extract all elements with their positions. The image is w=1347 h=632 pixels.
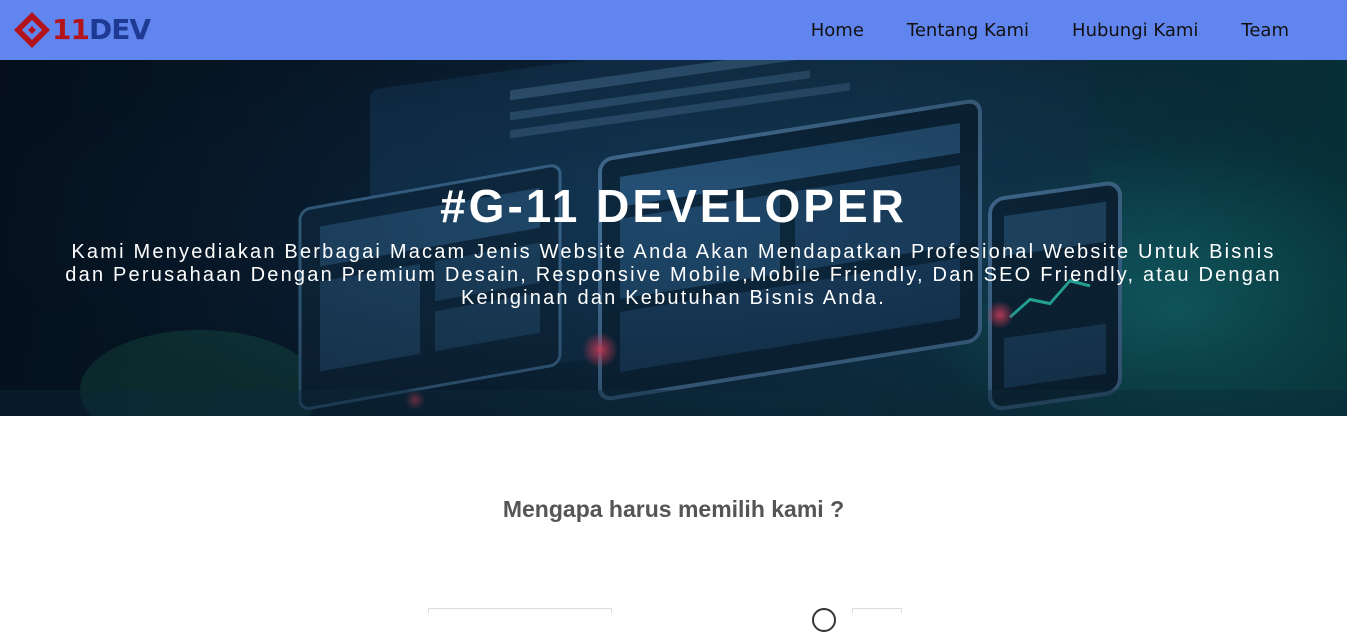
feature-card-top-edge-2 xyxy=(852,608,902,613)
hero-title: #G-11 DEVELOPER xyxy=(440,180,907,232)
nav-team[interactable]: Team xyxy=(1241,20,1289,41)
feature-icon-top-edge xyxy=(812,608,836,632)
logo-number: 11 xyxy=(52,13,90,46)
navbar: 11 DEV Home Tentang Kami Hubungi Kami Te… xyxy=(0,0,1347,60)
logo-wordmark: 11 DEV xyxy=(52,13,151,46)
nav-tentang-kami[interactable]: Tentang Kami xyxy=(907,20,1029,41)
nav-hubungi-kami[interactable]: Hubungi Kami xyxy=(1072,20,1198,41)
main-nav: Home Tentang Kami Hubungi Kami Team xyxy=(768,0,1289,60)
logo-dev-text: DEV xyxy=(88,13,151,46)
nav-home[interactable]: Home xyxy=(811,20,864,41)
hero-description: Kami Menyediakan Berbagai Macam Jenis We… xyxy=(65,241,1282,309)
hero-banner: #G-11 DEVELOPER Kami Menyediakan Berbaga… xyxy=(0,60,1347,416)
hero-overlay xyxy=(0,60,1347,416)
section-title-why-us: Mengapa harus memilih kami ? xyxy=(502,496,845,522)
feature-card-top-edge xyxy=(428,608,612,613)
site-logo[interactable]: 11 DEV xyxy=(12,9,152,51)
logo-diamond-icon xyxy=(14,12,50,48)
